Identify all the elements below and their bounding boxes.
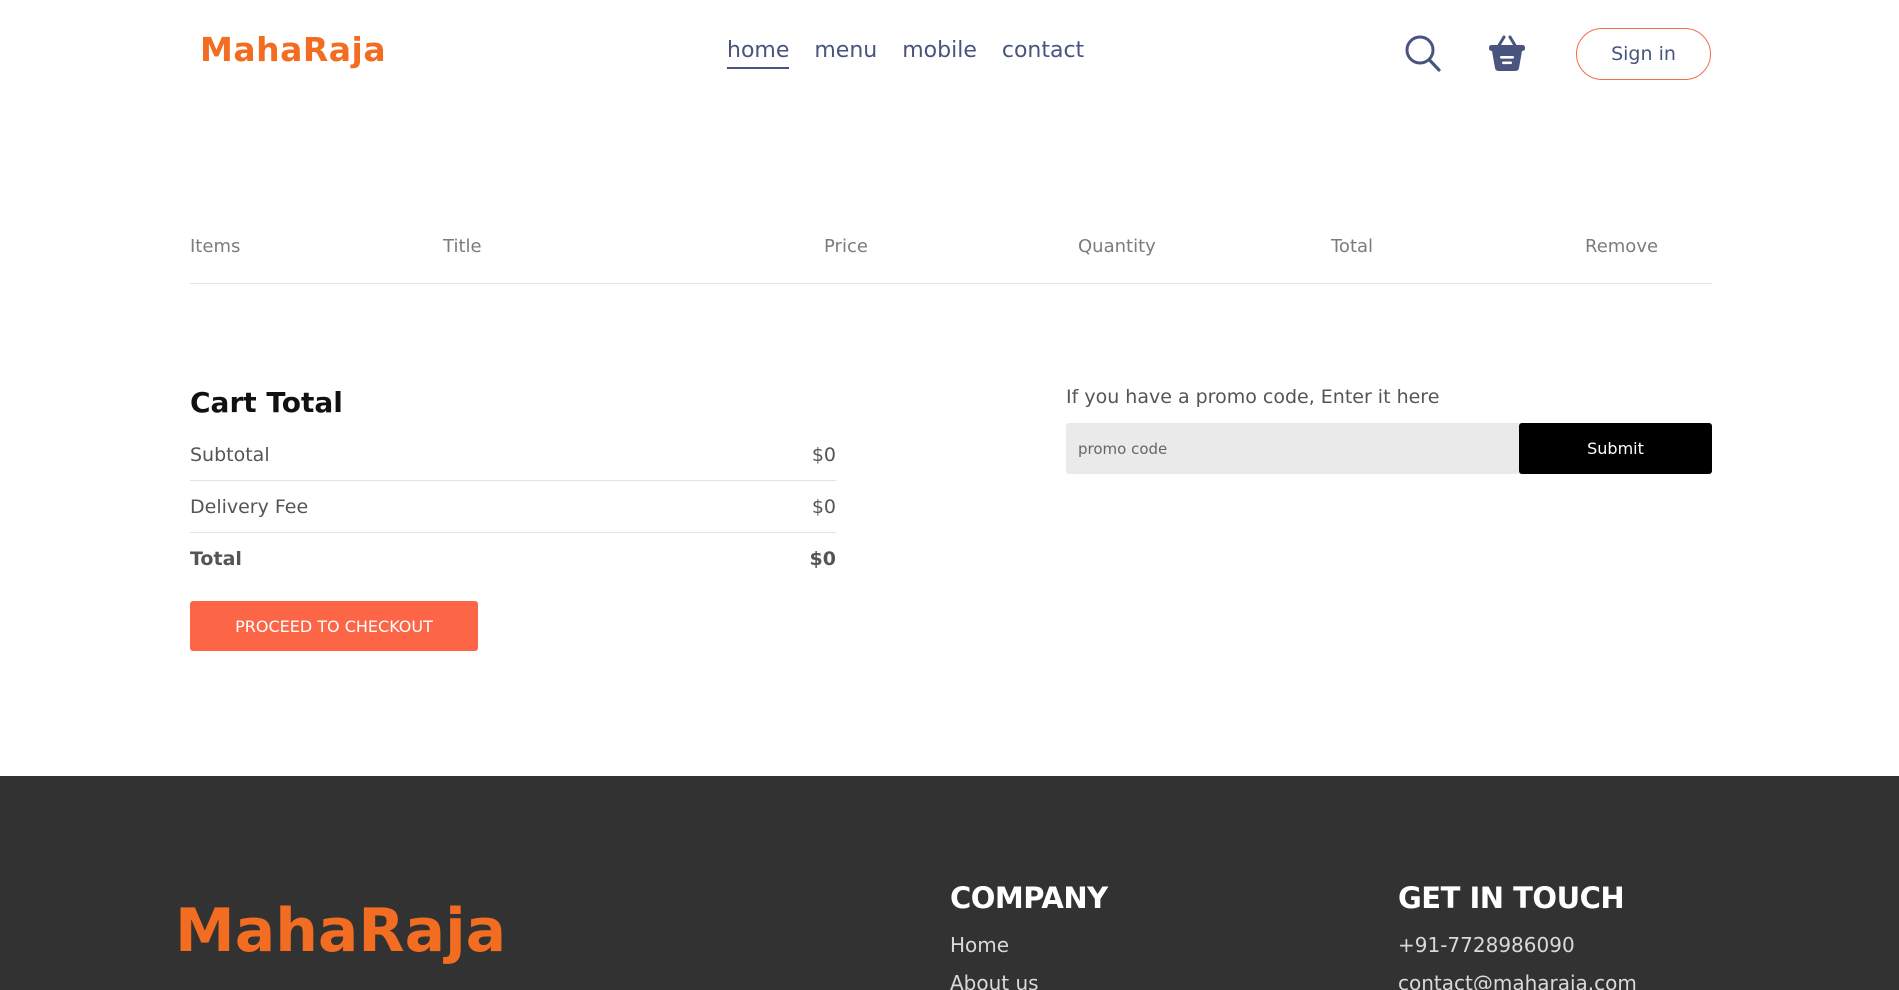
sign-in-button[interactable]: Sign in bbox=[1576, 28, 1711, 80]
footer-link-home[interactable]: Home bbox=[950, 933, 1108, 957]
total-row: Total $0 bbox=[190, 533, 836, 584]
column-header-quantity: Quantity bbox=[1078, 236, 1156, 257]
total-value: $0 bbox=[809, 547, 836, 570]
footer-contact-title: GET IN TOUCH bbox=[1398, 881, 1625, 915]
footer: MahaRaja COMPANY Home About us GET IN TO… bbox=[0, 776, 1899, 990]
footer-link-about[interactable]: About us bbox=[950, 971, 1108, 990]
cart-total-title: Cart Total bbox=[190, 386, 343, 419]
total-label: Total bbox=[190, 547, 242, 570]
footer-company-column: COMPANY Home About us bbox=[950, 881, 1108, 990]
footer-email: contact@maharaja.com bbox=[1398, 971, 1637, 990]
navbar: MahaRaja home menu mobile contact Sign i… bbox=[0, 0, 1899, 110]
subtotal-row: Subtotal $0 bbox=[190, 429, 836, 480]
subtotal-label: Subtotal bbox=[190, 443, 270, 466]
search-icon[interactable] bbox=[1403, 33, 1443, 75]
logo[interactable]: MahaRaja bbox=[200, 30, 386, 69]
promo-code-box: Submit bbox=[1066, 423, 1712, 474]
delivery-fee-label: Delivery Fee bbox=[190, 495, 309, 518]
column-header-items: Items bbox=[190, 236, 241, 257]
promo-code-label: If you have a promo code, Enter it here bbox=[1066, 386, 1440, 408]
column-header-price: Price bbox=[824, 236, 868, 257]
column-header-total: Total bbox=[1331, 236, 1374, 257]
cart-table-header: Items Title Price Quantity Total Remove bbox=[190, 236, 1712, 284]
nav-item-menu[interactable]: menu bbox=[814, 38, 877, 69]
nav-item-mobile[interactable]: mobile bbox=[902, 38, 977, 69]
footer-contact-column: GET IN TOUCH +91-7728986090 contact@maha… bbox=[1398, 881, 1637, 990]
promo-code-section: If you have a promo code, Enter it here … bbox=[1066, 386, 1712, 474]
delivery-fee-row: Delivery Fee $0 bbox=[190, 481, 836, 532]
footer-phone: +91-7728986090 bbox=[1398, 933, 1575, 957]
promo-submit-button[interactable]: Submit bbox=[1519, 423, 1712, 474]
column-header-remove: Remove bbox=[1585, 236, 1659, 257]
subtotal-value: $0 bbox=[811, 443, 836, 466]
footer-company-title: COMPANY bbox=[950, 881, 1108, 915]
basket-icon[interactable] bbox=[1487, 33, 1527, 73]
nav-item-home[interactable]: home bbox=[727, 38, 790, 69]
nav-item-contact[interactable]: contact bbox=[1002, 38, 1084, 69]
footer-logo: MahaRaja bbox=[175, 896, 507, 966]
promo-code-input[interactable] bbox=[1066, 423, 1518, 474]
nav-menu: home menu mobile contact bbox=[727, 38, 1084, 69]
column-header-title: Title bbox=[443, 236, 482, 257]
proceed-to-checkout-button[interactable]: PROCEED TO CHECKOUT bbox=[190, 601, 478, 651]
delivery-fee-value: $0 bbox=[811, 495, 836, 518]
cart-total-panel: Cart Total Subtotal $0 Delivery Fee $0 T… bbox=[190, 386, 836, 584]
